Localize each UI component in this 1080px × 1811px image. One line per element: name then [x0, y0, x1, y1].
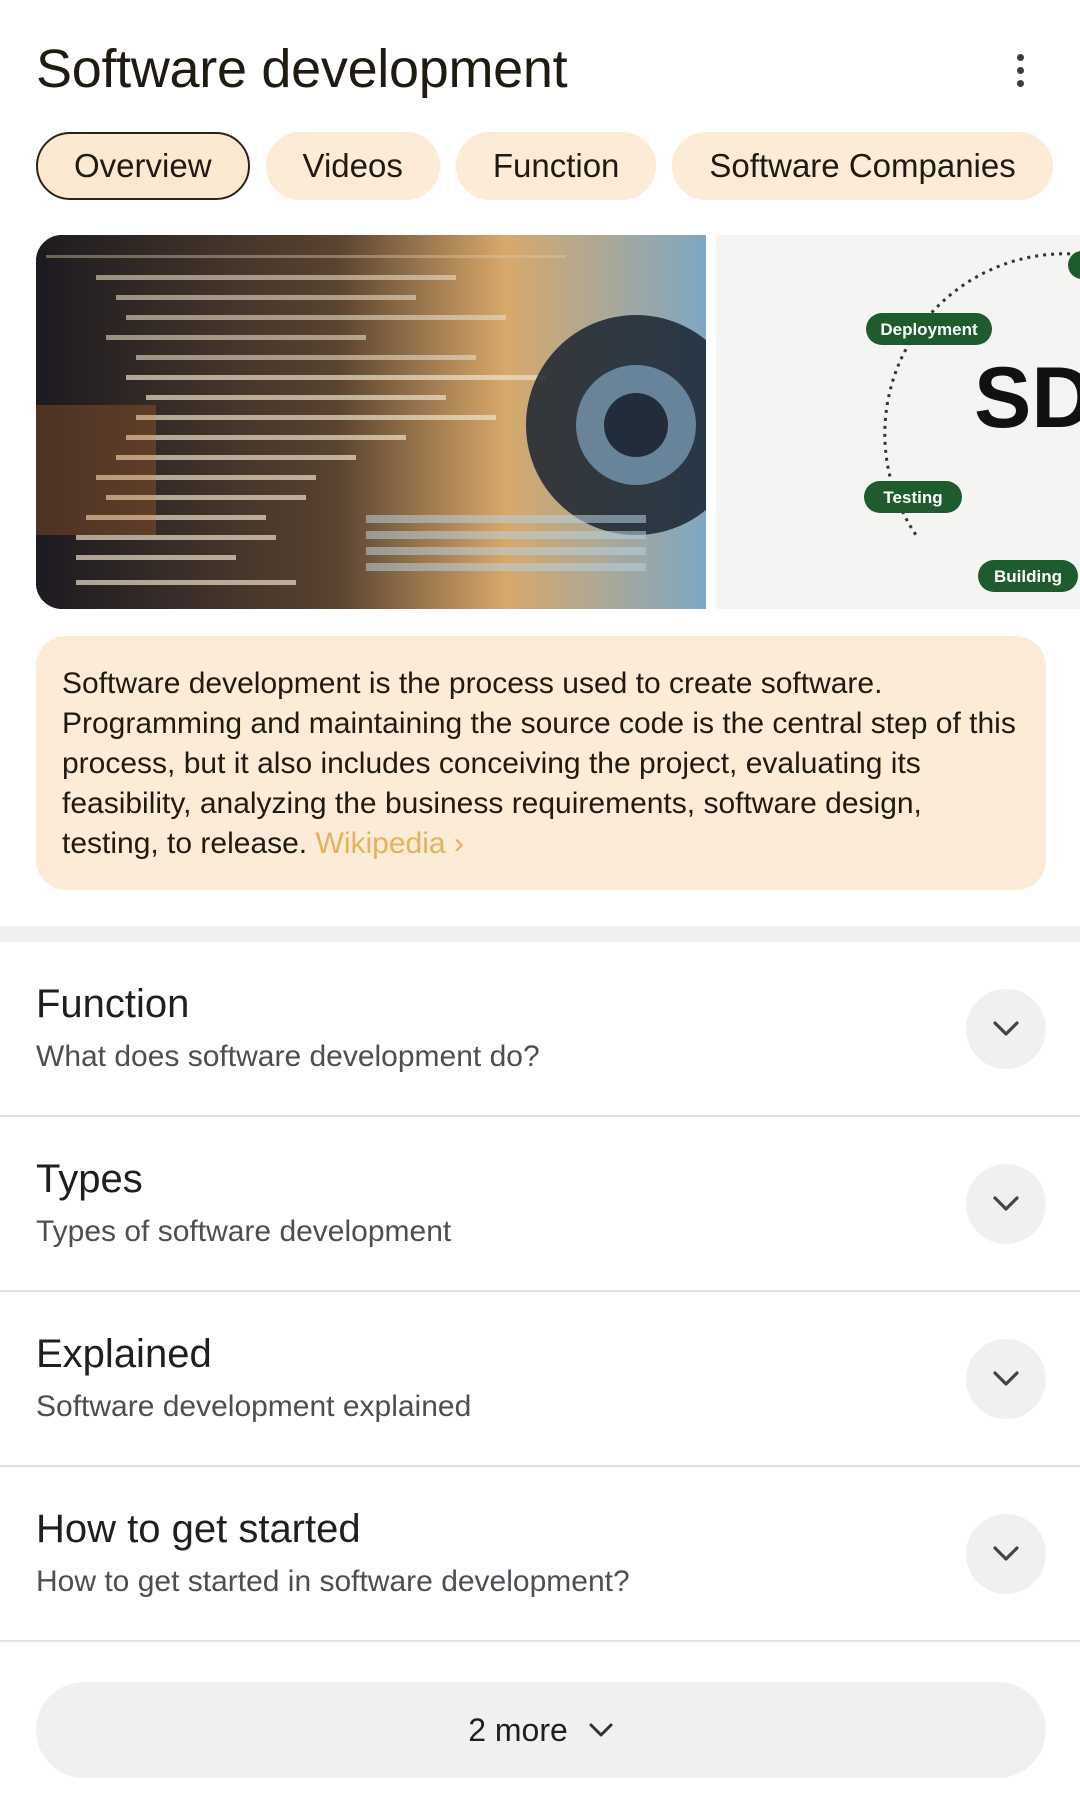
tab-bar: Overview Videos Function Software Compan…: [36, 132, 1053, 204]
sdlc-label: SDI: [974, 350, 1080, 446]
accordion-function[interactable]: Function What does software development …: [0, 942, 1080, 1117]
code-gear-illustration: [36, 235, 706, 609]
image-carousel[interactable]: Deployment SDI Testing Building: [36, 235, 1080, 609]
accordion-title: Function: [36, 982, 190, 1026]
wikipedia-link[interactable]: Wikipedia ›: [316, 827, 464, 860]
accordion-subtitle: Software development explained: [36, 1390, 472, 1423]
chevron-down-icon[interactable]: [966, 1514, 1046, 1594]
accordion-title: Explained: [36, 1332, 212, 1376]
accordion-title: How to get started: [36, 1507, 361, 1551]
tab-videos[interactable]: Videos: [265, 132, 440, 200]
show-more-label: 2 more: [468, 1711, 568, 1748]
tab-function[interactable]: Function: [455, 132, 657, 200]
more-options-icon[interactable]: [996, 46, 1044, 94]
sdlc-diagram-image[interactable]: Deployment SDI Testing Building: [716, 235, 1080, 609]
chevron-down-icon[interactable]: [966, 989, 1046, 1069]
testing-label: Testing: [883, 488, 942, 507]
accordion-subtitle: What does software development do?: [36, 1040, 540, 1073]
deployment-label: Deployment: [880, 320, 978, 339]
accordion-how-to-get-started[interactable]: How to get started How to get started in…: [0, 1467, 1080, 1642]
code-gear-image[interactable]: [36, 235, 706, 609]
tab-software-companies[interactable]: Software Companies: [672, 132, 1053, 200]
accordion-types[interactable]: Types Types of software development: [0, 1117, 1080, 1292]
building-label: Building: [994, 567, 1062, 586]
chevron-right-icon: ›: [453, 827, 464, 860]
header: Software development: [36, 30, 1044, 110]
description-card: Software development is the process used…: [36, 636, 1046, 890]
chevron-down-icon[interactable]: [966, 1339, 1046, 1419]
accordion-subtitle: Types of software development: [36, 1215, 452, 1248]
accordion-explained[interactable]: Explained Software development explained: [0, 1292, 1080, 1467]
wikipedia-link-label: Wikipedia: [315, 827, 446, 860]
description-text: Software development is the process used…: [62, 667, 1016, 860]
accordion-subtitle: How to get started in software developme…: [36, 1565, 630, 1598]
sdlc-diagram: Deployment SDI Testing Building: [864, 251, 1080, 592]
chevron-down-icon[interactable]: [966, 1164, 1046, 1244]
section-divider: [0, 926, 1080, 942]
accordion-title: Types: [36, 1157, 143, 1201]
page-title: Software development: [36, 39, 568, 99]
tab-overview[interactable]: Overview: [36, 132, 250, 200]
show-more-button[interactable]: 2 more: [36, 1682, 1046, 1778]
chevron-down-icon: [589, 1723, 613, 1737]
